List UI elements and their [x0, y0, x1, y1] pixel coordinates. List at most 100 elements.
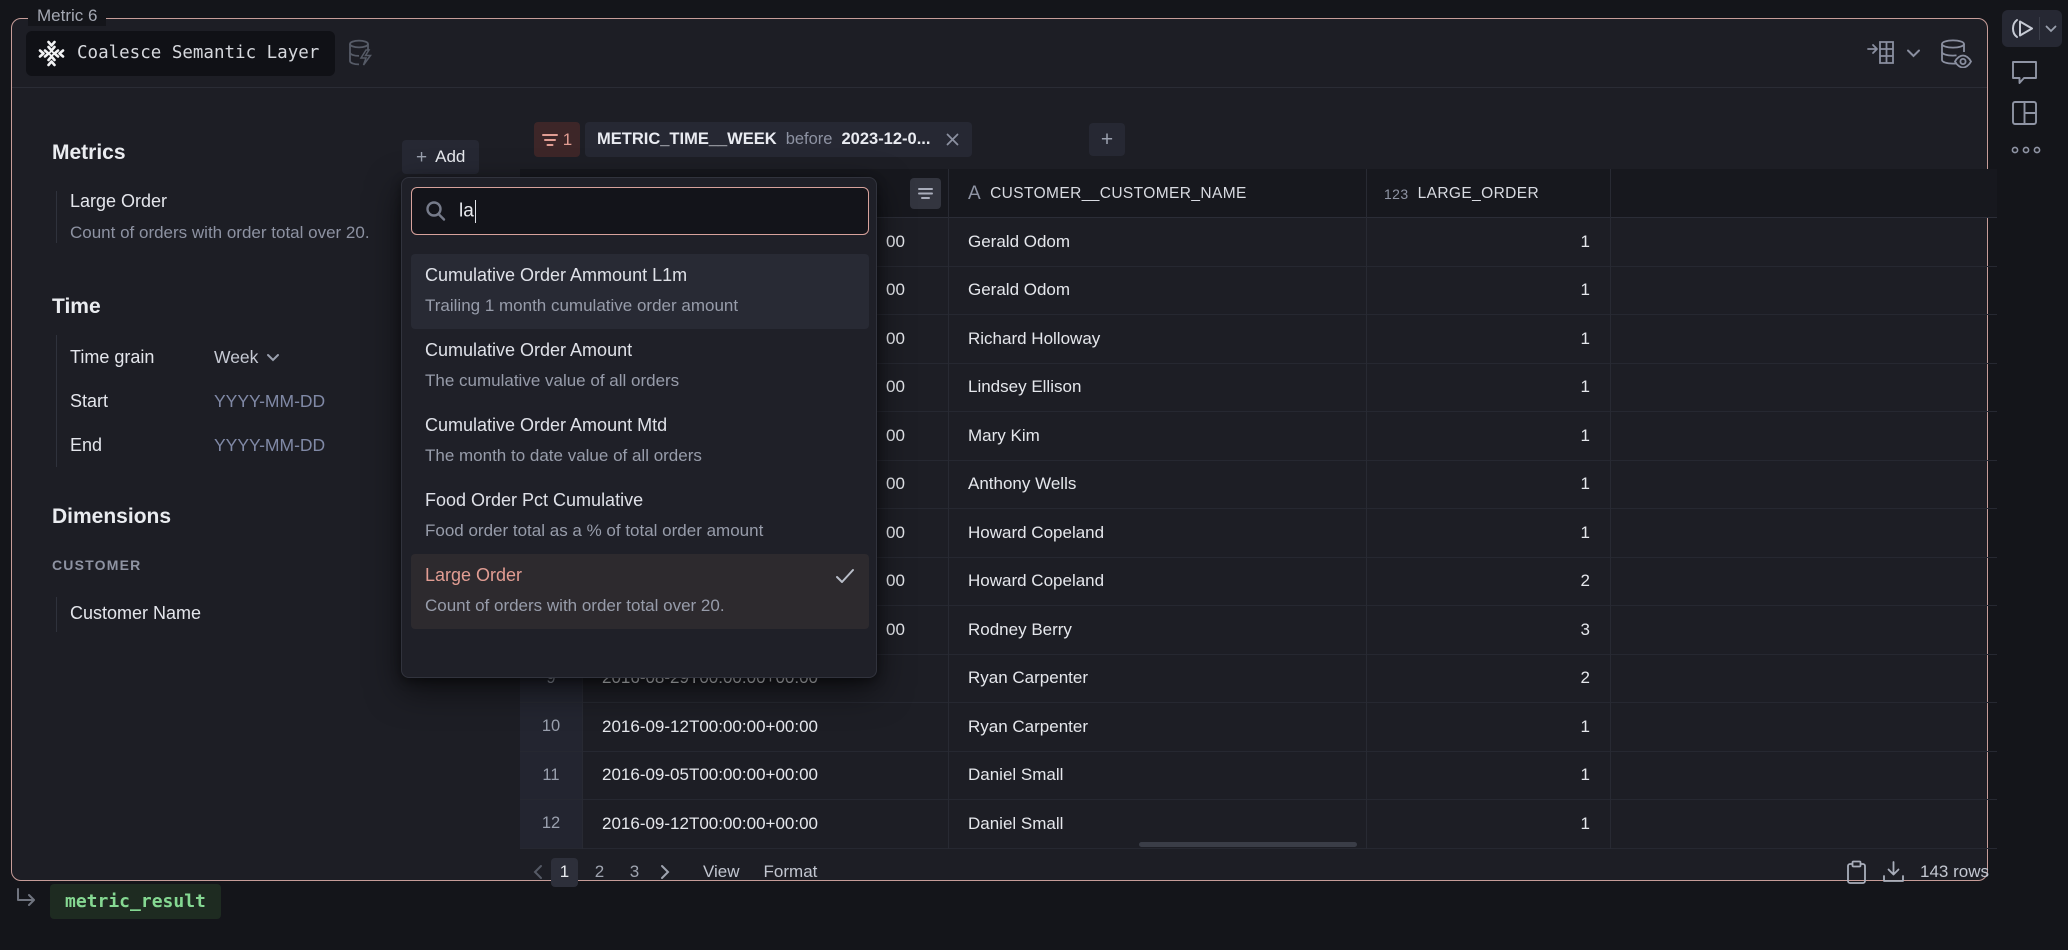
option-title: Food Order Pct Cumulative [425, 490, 855, 511]
horizontal-scrollbar[interactable] [1139, 842, 1357, 847]
cell-action-rail [1999, 0, 2068, 950]
next-page-icon[interactable] [660, 864, 671, 880]
cell-large-order: 1 [1366, 364, 1590, 412]
time-grain-select[interactable]: Week [214, 347, 258, 368]
cell-metric-time: 00 [886, 364, 905, 412]
metric-option[interactable]: Large OrderCount of orders with order to… [411, 554, 869, 629]
metric-search-box[interactable]: la [411, 187, 869, 235]
search-input[interactable]: la [459, 200, 476, 223]
option-title: Cumulative Order Amount [425, 340, 855, 361]
cell-customer-name: Daniel Small [968, 800, 1063, 848]
cell-metric-time: 00 [886, 412, 905, 460]
column-filter-icon[interactable] [910, 178, 941, 209]
page-button-1[interactable]: 1 [551, 858, 578, 887]
semantic-layer-icon [38, 40, 65, 67]
metric-option[interactable]: Cumulative Order AmountThe cumulative va… [411, 329, 869, 404]
view-output-table-icon[interactable] [1866, 40, 1896, 66]
option-title: Large Order [425, 565, 855, 586]
option-description: The month to date value of all orders [425, 446, 855, 466]
check-icon [835, 568, 855, 584]
metric-option-list: Cumulative Order Ammount L1mTrailing 1 m… [411, 254, 869, 629]
cell-customer-name: Lindsey Ellison [968, 364, 1081, 412]
run-options-chevron-icon [2045, 25, 2057, 33]
metric-option[interactable]: Cumulative Order Amount MtdThe month to … [411, 404, 869, 479]
output-variable-pill[interactable]: metric_result [50, 884, 221, 919]
table-row[interactable]: 102016-09-12T00:00:00+00:00Ryan Carpente… [520, 703, 1997, 752]
preview-data-icon[interactable] [1939, 38, 1973, 68]
prev-page-icon[interactable] [532, 864, 543, 880]
cell-metric-time: 00 [886, 606, 905, 654]
filter-count: 1 [563, 130, 572, 150]
remove-filter-icon[interactable] [945, 132, 960, 147]
cell-customer-name: Ryan Carpenter [968, 655, 1088, 703]
cell-customer-name: Gerald Odom [968, 218, 1070, 266]
time-grain-row: Time grain Week [70, 335, 396, 379]
add-filter-button[interactable]: + [1089, 123, 1125, 156]
option-description: Food order total as a % of total order a… [425, 521, 855, 541]
time-grain-label: Time grain [70, 347, 214, 368]
plus-icon: + [416, 148, 427, 167]
dimensions-section-title: Dimensions [52, 505, 171, 529]
filter-value: 2023-12-0... [841, 130, 930, 149]
cell-large-order: 1 [1366, 509, 1590, 557]
cell-large-order: 1 [1366, 461, 1590, 509]
time-settings-group: Time grain Week Start YYYY-MM-DD End YYY… [56, 335, 396, 467]
filter-chip[interactable]: METRIC_TIME__WEEK before 2023-12-0... [585, 122, 972, 157]
view-menu-button[interactable]: View [703, 862, 740, 882]
cell-large-order: 1 [1366, 412, 1590, 460]
end-date-input[interactable]: YYYY-MM-DD [214, 435, 325, 456]
cell-metric-time: 2016-09-12T00:00:00+00:00 [602, 800, 818, 848]
format-menu-button[interactable]: Format [764, 862, 818, 882]
cell-large-order: 1 [1366, 703, 1590, 751]
row-number: 10 [520, 703, 582, 751]
cell-metric-time: 2016-09-05T00:00:00+00:00 [602, 752, 818, 800]
more-options-icon[interactable] [2011, 146, 2047, 154]
metrics-section-title: Metrics [52, 141, 126, 165]
chevron-down-icon[interactable] [1906, 48, 1921, 58]
semantic-layer-source-button[interactable]: Coalesce Semantic Layer [26, 31, 335, 76]
column-name: LARGE_ORDER [1418, 185, 1540, 203]
layout-panels-icon[interactable] [2011, 100, 2038, 126]
row-number: 11 [520, 752, 582, 800]
cell-metric-time: 00 [886, 558, 905, 606]
column-header-customer-name[interactable]: A CUSTOMER__CUSTOMER_NAME [968, 169, 1247, 218]
end-label: End [70, 435, 214, 456]
source-label: Coalesce Semantic Layer [77, 43, 319, 63]
metric-item-large-order[interactable]: Large Order Count of orders with order t… [56, 191, 396, 243]
cell-large-order: 2 [1366, 558, 1590, 606]
column-header-large-order[interactable]: 123 LARGE_ORDER [1384, 169, 1539, 218]
row-number: 12 [520, 800, 582, 848]
dimension-item-customer-name[interactable]: Customer Name [56, 597, 356, 632]
table-row[interactable]: 112016-09-05T00:00:00+00:00Daniel Small1 [520, 752, 1997, 801]
metric-option[interactable]: Food Order Pct Cumulative Food order tota… [411, 479, 869, 554]
cell-metric-time: 00 [886, 267, 905, 315]
cell-metric-time: 00 [886, 461, 905, 509]
add-metric-button[interactable]: + Add [402, 140, 479, 174]
time-section-title: Time [52, 295, 101, 319]
page-list: 123 [551, 858, 656, 887]
chevron-down-icon[interactable] [266, 353, 280, 362]
cell-customer-name: Howard Copeland [968, 509, 1104, 557]
column-name: CUSTOMER__CUSTOMER_NAME [990, 185, 1247, 203]
filter-icon [542, 133, 558, 147]
notebook-cell: Metric 6 Coalesce Semantic Layer [11, 18, 1988, 881]
cell-metric-time: 00 [886, 509, 905, 557]
text-caret [475, 200, 477, 223]
cell-large-order: 1 [1366, 752, 1590, 800]
metric-option[interactable]: Cumulative Order Ammount L1mTrailing 1 m… [411, 254, 869, 329]
page-button-3[interactable]: 3 [621, 858, 648, 887]
database-lightning-icon[interactable] [347, 38, 375, 68]
copy-icon[interactable] [1846, 860, 1867, 885]
option-title: Cumulative Order Ammount L1m [425, 265, 855, 286]
filter-count-badge[interactable]: 1 [534, 122, 580, 157]
start-date-input[interactable]: YYYY-MM-DD [214, 391, 325, 412]
page-button-2[interactable]: 2 [586, 858, 613, 887]
comment-icon[interactable] [2011, 60, 2038, 85]
cell-customer-name: Howard Copeland [968, 558, 1104, 606]
run-cell-button[interactable] [2002, 10, 2062, 47]
metric-search-dropdown: la Cumulative Order Ammount L1mTrailing … [401, 177, 877, 678]
cell-metric-time: 2016-09-12T00:00:00+00:00 [602, 703, 818, 751]
download-icon[interactable] [1882, 860, 1905, 884]
cell-large-order: 1 [1366, 800, 1590, 848]
start-date-row: Start YYYY-MM-DD [70, 379, 396, 423]
